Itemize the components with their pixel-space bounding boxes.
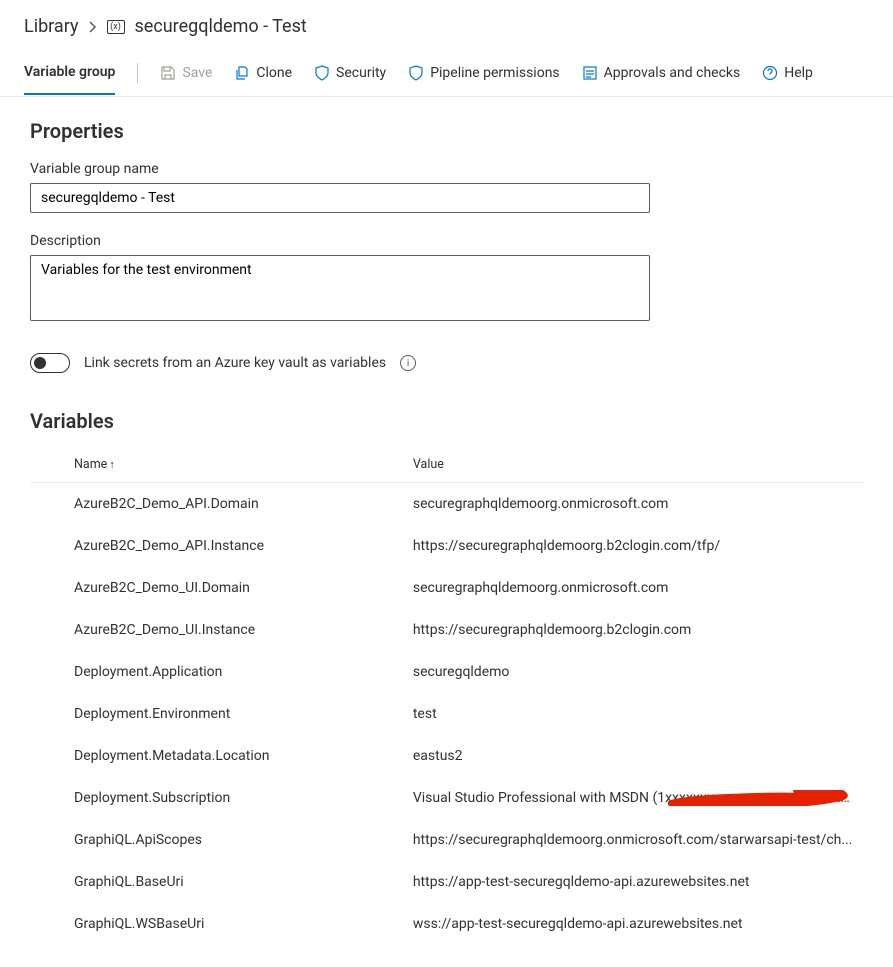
sort-ascending-icon: ↑	[109, 458, 115, 471]
table-row[interactable]: GraphiQL.BaseUrihttps://app-test-secureg…	[30, 861, 863, 903]
variable-name-cell[interactable]: GraphiQL.WSBaseUri	[30, 903, 405, 945]
description-label: Description	[30, 233, 863, 249]
toggle-knob	[34, 357, 46, 369]
tab-variable-group[interactable]: Variable group	[24, 50, 115, 95]
security-button[interactable]: Security	[314, 65, 386, 81]
variable-value-cell[interactable]: securegraphqldemoorg.onmicrosoft.com	[405, 567, 863, 609]
variable-name-cell[interactable]: Deployment.Subscription	[30, 777, 405, 819]
approvals-label: Approvals and checks	[604, 65, 741, 81]
variable-name-cell[interactable]: GraphiQL.BaseUri	[30, 861, 405, 903]
variable-name-cell[interactable]: AzureB2C_Demo_API.Instance	[30, 525, 405, 567]
clone-label: Clone	[256, 65, 292, 81]
table-row[interactable]: Deployment.Metadata.Locationeastus2	[30, 735, 863, 777]
breadcrumb-current: securegqldemo - Test	[135, 16, 307, 37]
table-row[interactable]: GraphiQL.WSBaseUriwss://app-test-secureg…	[30, 903, 863, 945]
variable-value-cell[interactable]: securegqldemo	[405, 651, 863, 693]
shield-icon	[314, 65, 330, 81]
divider	[137, 63, 138, 83]
variable-value-cell[interactable]: eastus2	[405, 735, 863, 777]
clone-button[interactable]: Clone	[234, 65, 292, 81]
table-row[interactable]: Deployment.Environmenttest	[30, 693, 863, 735]
variable-name-cell[interactable]: AzureB2C_Demo_UI.Instance	[30, 609, 405, 651]
table-row[interactable]: AzureB2C_Demo_UI.Domainsecuregraphqldemo…	[30, 567, 863, 609]
variable-group-name-input[interactable]	[30, 183, 650, 213]
table-row[interactable]: Deployment.SubscriptionVisual Studio Pro…	[30, 777, 863, 819]
variable-value-cell[interactable]: securegraphqldemoorg.onmicrosoft.com	[405, 483, 863, 526]
variables-heading: Variables	[30, 409, 863, 433]
variable-value-cell[interactable]: https://securegraphqldemoorg.b2clogin.co…	[405, 609, 863, 651]
column-header-name[interactable]: Name↑	[30, 447, 405, 483]
clone-icon	[234, 65, 250, 81]
variable-name-cell[interactable]: Deployment.Application	[30, 651, 405, 693]
table-row[interactable]: AzureB2C_Demo_API.Domainsecuregraphqldem…	[30, 483, 863, 526]
help-label: Help	[784, 65, 813, 81]
table-row[interactable]: AzureB2C_Demo_API.Instancehttps://secure…	[30, 525, 863, 567]
variable-name-cell[interactable]: Deployment.Metadata.Location	[30, 735, 405, 777]
save-label: Save	[182, 65, 212, 81]
description-input[interactable]	[30, 255, 650, 321]
link-key-vault-label: Link secrets from an Azure key vault as …	[84, 355, 386, 371]
variables-table: Name↑ Value AzureB2C_Demo_API.Domainsecu…	[30, 447, 863, 945]
save-icon	[160, 65, 176, 81]
variable-value-cell[interactable]: wss://app-test-securegqldemo-api.azurewe…	[405, 903, 863, 945]
command-bar: Variable group Save Clone Security Pipel…	[0, 49, 893, 97]
variable-name-cell[interactable]: GraphiQL.ApiScopes	[30, 819, 405, 861]
breadcrumb-library-link[interactable]: Library	[24, 16, 79, 37]
variable-value-cell[interactable]: test	[405, 693, 863, 735]
variable-value-cell[interactable]: https://securegraphqldemoorg.onmicrosoft…	[405, 819, 863, 861]
variable-name-cell[interactable]: Deployment.Environment	[30, 693, 405, 735]
link-key-vault-toggle[interactable]	[30, 353, 70, 373]
save-button: Save	[160, 65, 212, 81]
properties-heading: Properties	[30, 119, 863, 143]
approvals-and-checks-button[interactable]: Approvals and checks	[582, 65, 741, 81]
chevron-right-icon	[89, 21, 97, 33]
help-icon	[762, 65, 778, 81]
table-row[interactable]: Deployment.Applicationsecuregqldemo	[30, 651, 863, 693]
variable-value-cell[interactable]: https://app-test-securegqldemo-api.azure…	[405, 861, 863, 903]
pipeline-permissions-button[interactable]: Pipeline permissions	[408, 65, 559, 81]
info-icon[interactable]: i	[400, 355, 416, 371]
table-row[interactable]: AzureB2C_Demo_UI.Instancehttps://secureg…	[30, 609, 863, 651]
column-header-name-text: Name	[74, 457, 107, 472]
variable-value-cell[interactable]: https://securegraphqldemoorg.b2clogin.co…	[405, 525, 863, 567]
variable-value-cell[interactable]: Visual Studio Professional with MSDN (1x…	[405, 777, 863, 819]
pipeline-permissions-label: Pipeline permissions	[430, 65, 559, 81]
variable-name-cell[interactable]: AzureB2C_Demo_API.Domain	[30, 483, 405, 526]
table-row[interactable]: GraphiQL.ApiScopeshttps://securegraphqld…	[30, 819, 863, 861]
variable-group-name-label: Variable group name	[30, 161, 863, 177]
column-header-value[interactable]: Value	[405, 447, 863, 483]
help-button[interactable]: Help	[762, 65, 813, 81]
breadcrumb: Library (x) securegqldemo - Test	[0, 0, 893, 49]
shield-icon	[408, 65, 424, 81]
checklist-icon	[582, 65, 598, 81]
variable-group-icon: (x)	[107, 20, 125, 34]
security-label: Security	[336, 65, 386, 81]
variable-name-cell[interactable]: AzureB2C_Demo_UI.Domain	[30, 567, 405, 609]
